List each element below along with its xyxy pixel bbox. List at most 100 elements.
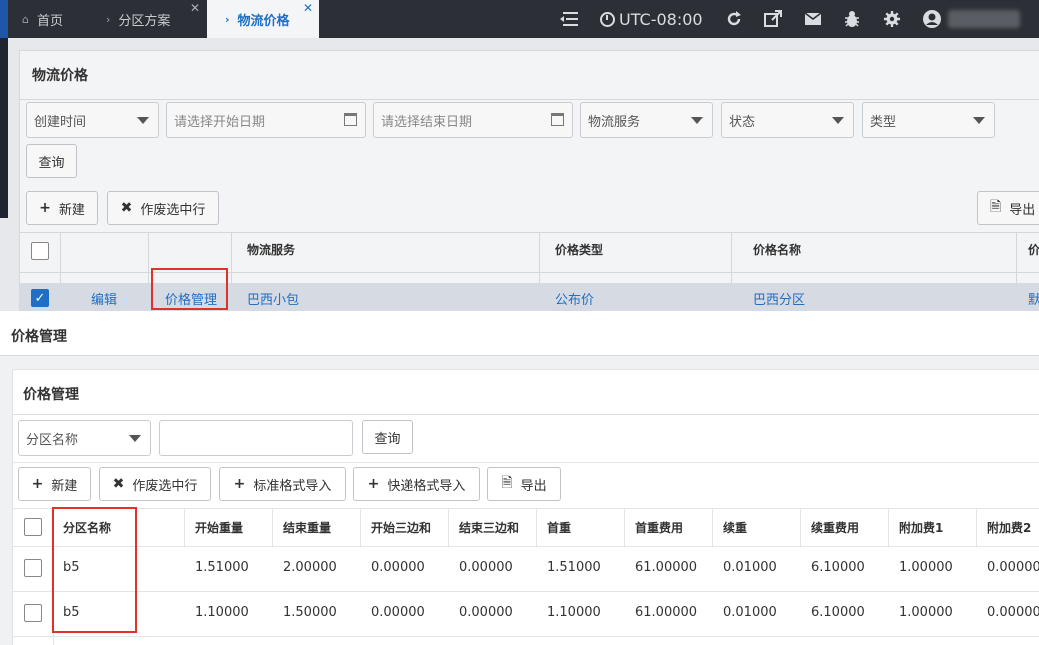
top-navigation-bar: ⌂ 首页 › 分区方案 ✕ › 物流价格 ✕ UTC-08:00 xyxy=(0,0,1039,38)
column-header[interactable]: 价格名称 xyxy=(753,241,801,258)
extra-cell[interactable]: 默 xyxy=(1028,289,1039,308)
column-divider xyxy=(624,508,625,546)
column-header[interactable]: 物流服务 xyxy=(247,241,295,258)
start-dims-cell: 0.00000 xyxy=(371,605,425,620)
row-checkbox[interactable]: ✓ xyxy=(31,289,49,307)
end-date-input[interactable]: 请选择结束日期 xyxy=(373,102,573,138)
user-avatar-icon[interactable] xyxy=(920,7,944,31)
additional-fee-cell: 6.10000 xyxy=(811,605,865,620)
row-checkbox[interactable] xyxy=(24,559,42,577)
close-icon[interactable]: ✕ xyxy=(303,1,313,15)
new-button[interactable]: + 新建 xyxy=(18,467,91,501)
gear-icon[interactable] xyxy=(880,7,904,31)
column-divider xyxy=(184,508,185,546)
end-dims-cell: 0.00000 xyxy=(459,560,513,575)
service-value: 物流服务 xyxy=(588,114,641,130)
status-value: 状态 xyxy=(729,114,756,130)
tab-logistics-price[interactable]: › 物流价格 ✕ xyxy=(207,0,319,38)
query-button[interactable]: 查询 xyxy=(26,144,77,178)
modal-title: 价格管理 xyxy=(11,329,67,345)
query-button[interactable]: 查询 xyxy=(362,420,413,454)
column-header[interactable]: 首重 xyxy=(547,519,571,536)
user-name-blurred[interactable] xyxy=(948,10,1020,28)
column-header[interactable]: 附加费2 xyxy=(987,519,1031,536)
home-icon: ⌂ xyxy=(22,12,29,26)
select-all-checkbox[interactable] xyxy=(24,518,42,536)
external-link-icon[interactable] xyxy=(761,7,785,31)
collapse-menu-icon[interactable] xyxy=(557,7,581,31)
table-row[interactable]: b5 1.51000 2.00000 0.00000 0.00000 1.510… xyxy=(13,546,1039,591)
time-type-value: 创建时间 xyxy=(34,114,87,130)
bug-icon[interactable] xyxy=(840,7,864,31)
export-file-icon: 🗎 xyxy=(990,199,1002,215)
price-name-cell[interactable]: 巴西分区 xyxy=(753,289,805,308)
start-date-input[interactable]: 请选择开始日期 xyxy=(166,102,366,138)
column-header[interactable]: 价格类型 xyxy=(555,241,603,258)
column-header[interactable]: 附加费1 xyxy=(899,519,943,536)
void-selected-button[interactable]: ✖ 作废选中行 xyxy=(99,467,211,501)
service-cell[interactable]: 巴西小包 xyxy=(247,289,299,308)
tab-label: 首页 xyxy=(36,13,63,29)
void-selected-button[interactable]: ✖ 作废选中行 xyxy=(107,191,219,225)
price-manage-panel: 价格管理 分区名称 查询 + 新建 ✖ 作废选中行 + 标准格式导入 + 快递格… xyxy=(12,369,1039,645)
edit-link[interactable]: 编辑 xyxy=(91,289,117,308)
export-button[interactable]: 🗎 导出 xyxy=(487,467,561,501)
x-icon: ✖ xyxy=(120,200,133,216)
export-file-icon: 🗎 xyxy=(501,475,513,491)
divider xyxy=(13,508,1039,509)
void-label: 作废选中行 xyxy=(132,478,198,494)
column-header[interactable]: 续重费用 xyxy=(811,519,859,536)
clock-icon xyxy=(600,11,615,27)
select-all-checkbox[interactable] xyxy=(31,242,49,260)
column-header[interactable]: 首重费用 xyxy=(635,519,683,536)
divider xyxy=(13,414,1039,415)
zone-search-input[interactable] xyxy=(159,420,353,456)
column-header[interactable]: 开始三边和 xyxy=(371,519,431,536)
calendar-icon xyxy=(344,113,357,126)
column-header[interactable]: 价 xyxy=(1028,241,1039,258)
zone-field-select[interactable]: 分区名称 xyxy=(18,420,151,456)
tab-zone-plan[interactable]: › 分区方案 ✕ xyxy=(100,0,206,38)
refresh-icon[interactable] xyxy=(722,7,746,31)
express-import-label: 快递格式导入 xyxy=(387,478,466,494)
end-weight-cell: 2.00000 xyxy=(283,560,337,575)
start-weight-cell: 1.10000 xyxy=(195,605,249,620)
surcharge1-cell: 1.00000 xyxy=(899,560,953,575)
standard-import-button[interactable]: + 标准格式导入 xyxy=(219,467,346,501)
mail-icon[interactable] xyxy=(801,7,825,31)
timezone-display[interactable]: UTC-08:00 xyxy=(600,0,703,38)
column-header[interactable]: 开始重量 xyxy=(195,519,243,536)
start-weight-cell: 1.51000 xyxy=(195,560,249,575)
background-page: 物流价格 创建时间 请选择开始日期 请选择结束日期 物流服务 状态 类型 查询 xyxy=(0,38,1039,314)
export-label: 导出 xyxy=(1009,202,1036,218)
new-button[interactable]: + 新建 xyxy=(26,191,98,225)
close-icon[interactable]: ✕ xyxy=(190,1,200,15)
caret-down-icon xyxy=(691,117,703,124)
query-label: 查询 xyxy=(38,155,65,171)
column-divider xyxy=(888,508,889,546)
column-header[interactable]: 结束重量 xyxy=(283,519,331,536)
surcharge2-cell: 0.00000 xyxy=(987,560,1039,575)
column-divider xyxy=(448,508,449,546)
express-import-button[interactable]: + 快递格式导入 xyxy=(353,467,480,501)
column-divider xyxy=(800,508,801,546)
column-header[interactable]: 结束三边和 xyxy=(459,519,519,536)
service-select[interactable]: 物流服务 xyxy=(580,102,713,138)
column-header[interactable]: 续重 xyxy=(723,519,747,536)
column-divider xyxy=(272,508,273,546)
price-type-cell[interactable]: 公布价 xyxy=(555,289,594,308)
calendar-icon xyxy=(551,113,564,126)
tab-home[interactable]: ⌂ 首页 xyxy=(22,0,97,38)
type-select[interactable]: 类型 xyxy=(862,102,995,138)
first-weight-fee-cell: 61.00000 xyxy=(635,605,698,620)
plus-icon: + xyxy=(367,476,380,492)
type-value: 类型 xyxy=(870,114,897,130)
price-manage-modal: 价格管理 价格管理 分区名称 查询 + 新建 ✖ 作废选中行 + 标准格式导入 … xyxy=(0,311,1039,645)
time-type-select[interactable]: 创建时间 xyxy=(26,102,159,138)
export-button[interactable]: 🗎 导出 xyxy=(977,191,1039,225)
caret-down-icon xyxy=(137,117,149,124)
row-checkbox[interactable] xyxy=(24,604,42,622)
status-select[interactable]: 状态 xyxy=(721,102,854,138)
table-row[interactable]: b5 1.10000 1.50000 0.00000 0.00000 1.100… xyxy=(13,591,1039,636)
column-divider xyxy=(976,508,977,546)
